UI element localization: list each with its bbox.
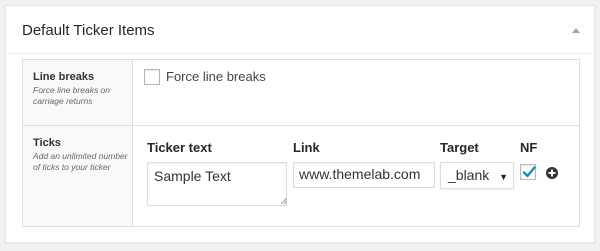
line-breaks-label-cell: Line breaks Force line breaks on carriag… xyxy=(23,60,133,125)
target-header: Target xyxy=(440,140,479,155)
target-select-value: _blank xyxy=(448,167,490,183)
ticks-row: Ticks Add an unlimited number of ticks t… xyxy=(23,126,579,226)
force-line-breaks-checkbox[interactable] xyxy=(144,69,160,85)
line-breaks-row: Line breaks Force line breaks on carriag… xyxy=(23,60,579,126)
link-input[interactable]: www.themelab.com xyxy=(293,162,435,188)
triangle-up-icon xyxy=(572,28,580,33)
select-arrow-icon: ▼ xyxy=(499,172,508,182)
target-select[interactable]: _blank ▼ xyxy=(440,162,514,189)
line-breaks-label: Line breaks xyxy=(33,71,95,83)
line-breaks-content: Force line breaks xyxy=(133,60,579,125)
nf-header: NF xyxy=(520,140,538,155)
force-line-breaks-label[interactable]: Force line breaks xyxy=(166,69,266,85)
postbox-header: Default Ticker Items xyxy=(6,6,594,54)
nf-checkbox[interactable] xyxy=(520,164,536,180)
checkmark-icon xyxy=(522,166,536,178)
ticks-content: Ticker text Link Target NF Sample Text w… xyxy=(133,126,579,226)
link-header: Link xyxy=(293,140,320,155)
ticks-label-cell: Ticks Add an unlimited number of ticks t… xyxy=(23,126,133,226)
line-breaks-description: Force line breaks on carriage returns xyxy=(33,85,111,106)
force-line-breaks-option: Force line breaks xyxy=(144,69,266,85)
toggle-panel-button[interactable] xyxy=(566,20,586,40)
ticker-text-textarea[interactable]: Sample Text xyxy=(147,162,287,206)
ticks-label: Ticks xyxy=(33,137,61,149)
ticker-text-header: Ticker text xyxy=(147,140,212,155)
postbox-default-ticker-items: Default Ticker Items Line breaks Force l… xyxy=(5,5,595,243)
ticks-description: Add an unlimited number of ticks to your… xyxy=(33,151,128,172)
settings-table: Line breaks Force line breaks on carriag… xyxy=(22,59,580,227)
plus-circle-icon[interactable] xyxy=(546,167,558,179)
postbox-title: Default Ticker Items xyxy=(22,22,155,39)
